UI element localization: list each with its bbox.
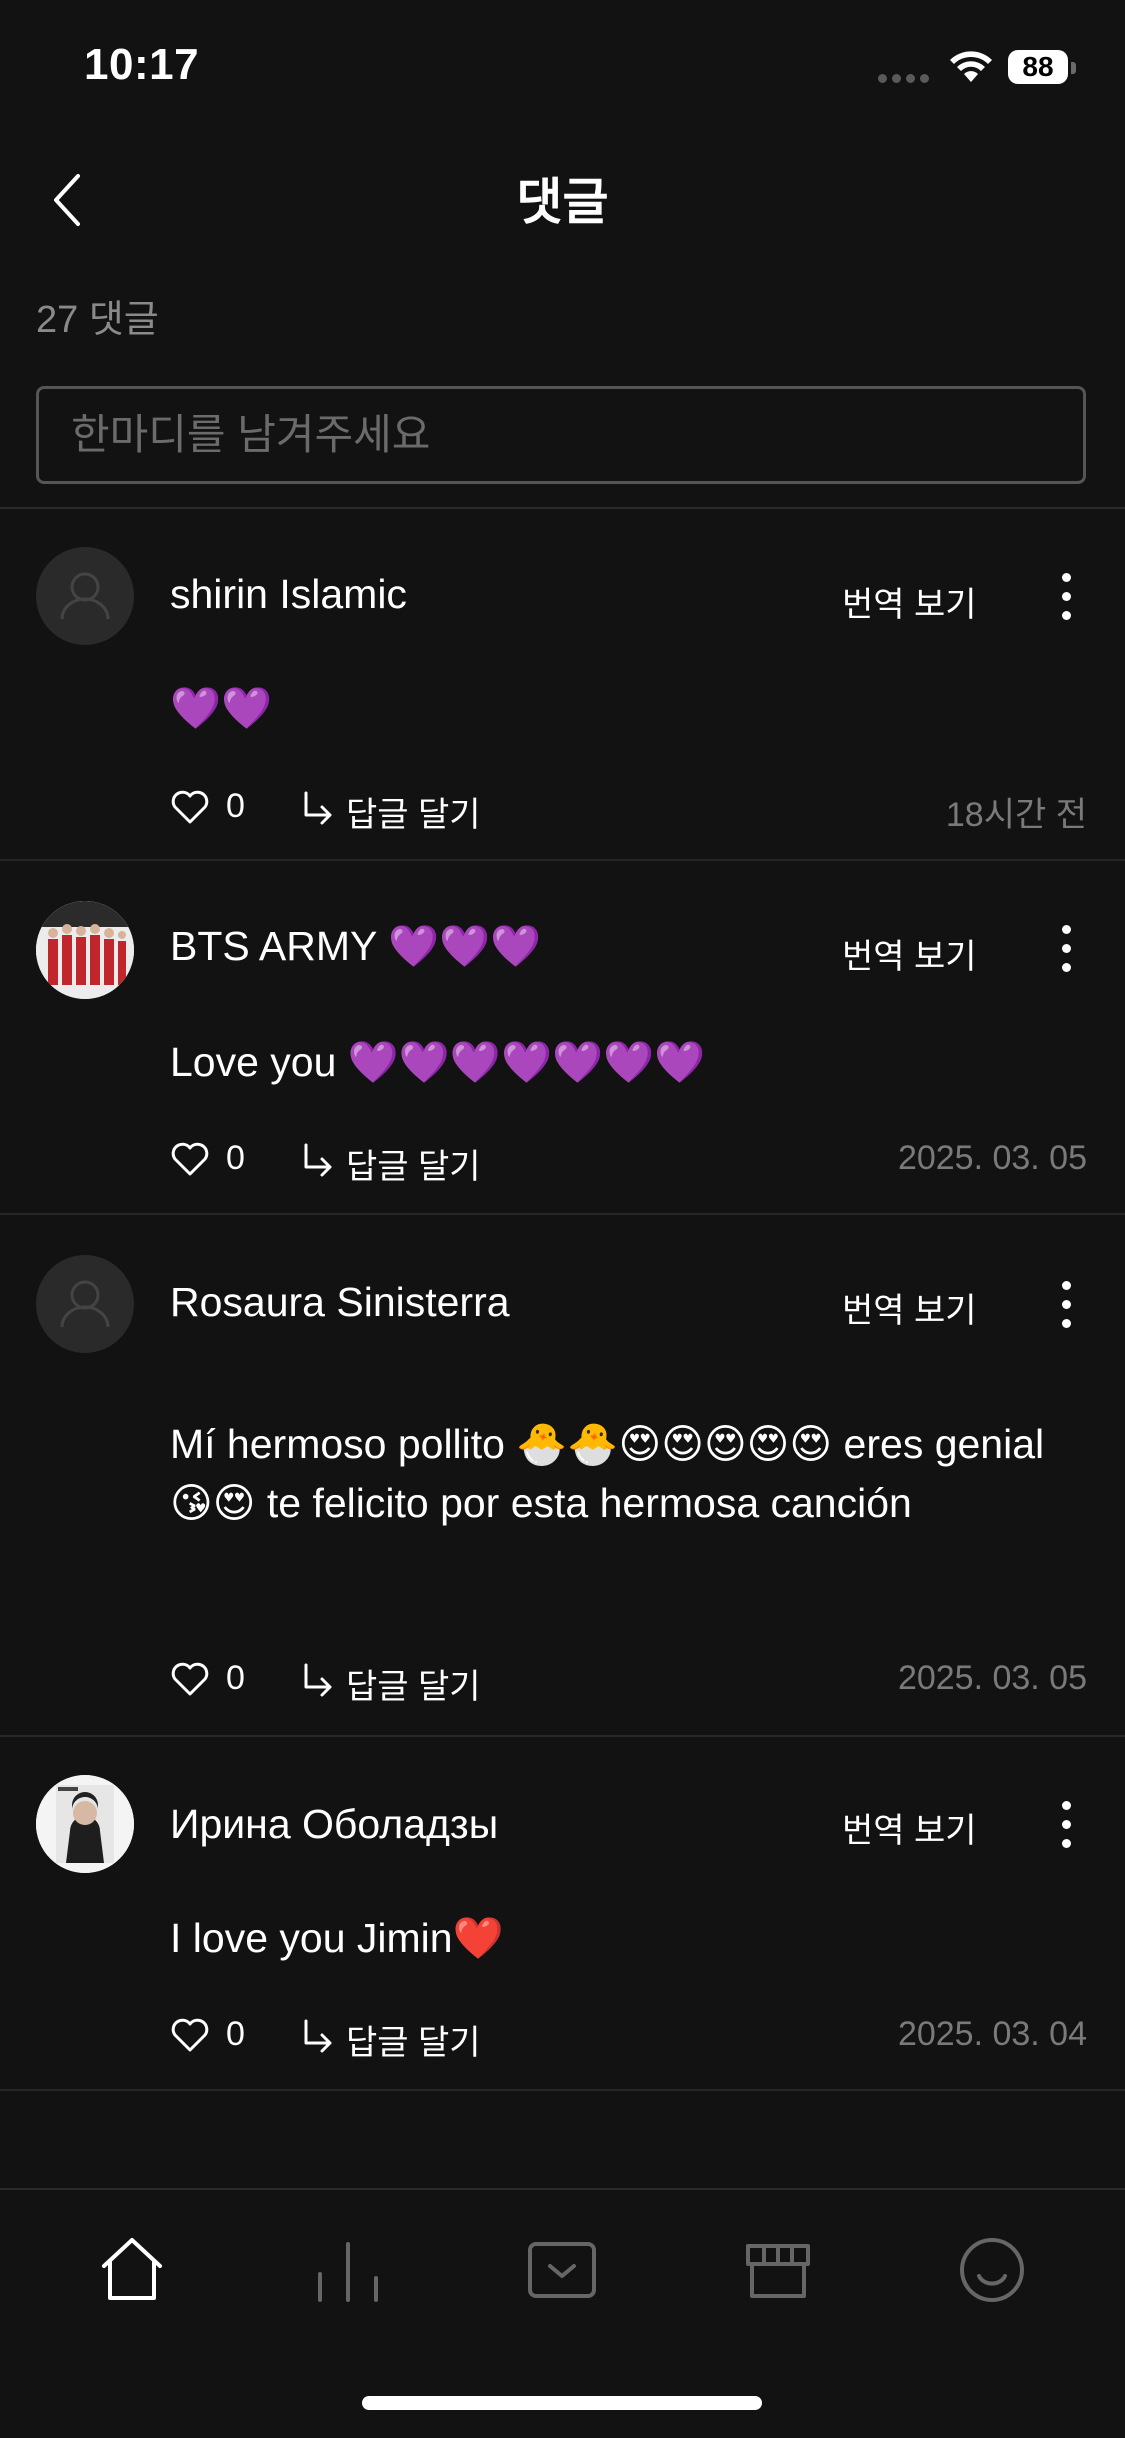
default-avatar-icon bbox=[60, 572, 110, 620]
comment-timestamp: 2025. 03. 04 bbox=[897, 2015, 1087, 2053]
translate-button[interactable]: 번역 보기 bbox=[842, 1803, 977, 1852]
heart-icon bbox=[171, 790, 209, 824]
comment-author[interactable]: BTS ARMY 💜💜💜 bbox=[170, 923, 541, 971]
group-photo-avatar bbox=[36, 901, 134, 999]
battery-level: 88 bbox=[1008, 50, 1068, 84]
comment-text: 💜💜 bbox=[170, 685, 273, 731]
comment-text: Love you 💜💜💜💜💜💜💜 bbox=[170, 1039, 706, 1085]
battery-icon: 88 bbox=[1008, 50, 1076, 86]
page-title: 댓글 bbox=[516, 174, 609, 230]
comment-author[interactable]: shirin Islamic bbox=[170, 571, 407, 618]
comment-text: I love you Jimin❤️ bbox=[170, 1915, 504, 1961]
avatar[interactable] bbox=[36, 547, 134, 645]
translate-button[interactable]: 번역 보기 bbox=[842, 929, 977, 978]
store-icon[interactable] bbox=[738, 2230, 818, 2310]
reply-arrow-icon bbox=[304, 791, 332, 825]
wifi-icon bbox=[950, 51, 992, 82]
more-options-icon[interactable] bbox=[1046, 919, 1086, 979]
comment-timestamp: 2025. 03. 05 bbox=[897, 1659, 1087, 1697]
comment-timestamp: 2025. 03. 05 bbox=[897, 1139, 1087, 1177]
home-icon[interactable] bbox=[92, 2230, 172, 2310]
inbox-icon[interactable] bbox=[522, 2230, 602, 2310]
reply-arrow-icon bbox=[304, 1663, 332, 1697]
translate-button[interactable]: 번역 보기 bbox=[842, 1283, 977, 1332]
reply-arrow-icon bbox=[304, 1143, 332, 1177]
comment-input[interactable] bbox=[36, 386, 1086, 484]
comment-item: shirin Islamic 번역 보기 💜💜 0 답글 달기 18시간 전 bbox=[0, 509, 1125, 861]
comment-item: Rosaura Sinisterra 번역 보기 Mí hermoso poll… bbox=[0, 1215, 1125, 1737]
avatar[interactable] bbox=[36, 1255, 134, 1353]
heart-icon bbox=[171, 1662, 209, 1696]
reply-label: 답글 달기 bbox=[346, 2024, 481, 2062]
comment-timestamp: 18시간 전 bbox=[945, 796, 1087, 834]
more-options-icon[interactable] bbox=[1046, 1275, 1086, 1335]
comment-text: Mí hermoso pollito 🐣🐣😍😍😍😍😍 eres genial 😘… bbox=[170, 1421, 1045, 1526]
heart-icon bbox=[171, 1142, 209, 1176]
reply-arrow-icon bbox=[304, 2019, 332, 2053]
default-avatar-icon bbox=[60, 1280, 110, 1328]
comment-item: BTS ARMY 💜💜💜 번역 보기 Love you 💜💜💜💜💜💜💜 0 답글… bbox=[0, 861, 1125, 1215]
avatar[interactable] bbox=[36, 901, 134, 999]
comment-author[interactable]: Ирина Оболадзы bbox=[170, 1801, 498, 1848]
profile-smile-icon[interactable] bbox=[952, 2230, 1032, 2310]
cellular-signal-icon bbox=[878, 70, 934, 83]
like-count: 0 bbox=[226, 1139, 245, 1177]
comment-author[interactable]: Rosaura Sinisterra bbox=[170, 1279, 510, 1326]
like-count: 0 bbox=[226, 2015, 245, 2053]
home-indicator bbox=[362, 2396, 762, 2410]
like-count: 0 bbox=[226, 787, 245, 825]
nav-header: 댓글 bbox=[0, 140, 1125, 250]
comment-item: Ирина Оболадзы 번역 보기 I love you Jimin❤️ … bbox=[0, 1737, 1125, 2091]
avatar[interactable] bbox=[36, 1775, 134, 1873]
status-bar: 10:17 88 bbox=[0, 0, 1125, 140]
chart-icon[interactable] bbox=[308, 2230, 388, 2310]
more-options-icon[interactable] bbox=[1046, 567, 1086, 627]
more-options-icon[interactable] bbox=[1046, 1795, 1086, 1855]
status-time: 10:17 bbox=[84, 40, 200, 89]
reply-label: 답글 달기 bbox=[346, 1668, 481, 1706]
translate-button[interactable]: 번역 보기 bbox=[842, 577, 977, 626]
like-count: 0 bbox=[226, 1659, 245, 1697]
reply-label: 답글 달기 bbox=[346, 1148, 481, 1186]
reply-label: 답글 달기 bbox=[346, 796, 481, 834]
heart-icon bbox=[171, 2018, 209, 2052]
magazine-photo-avatar bbox=[36, 1775, 134, 1873]
comment-count: 27 댓글 bbox=[36, 299, 159, 341]
